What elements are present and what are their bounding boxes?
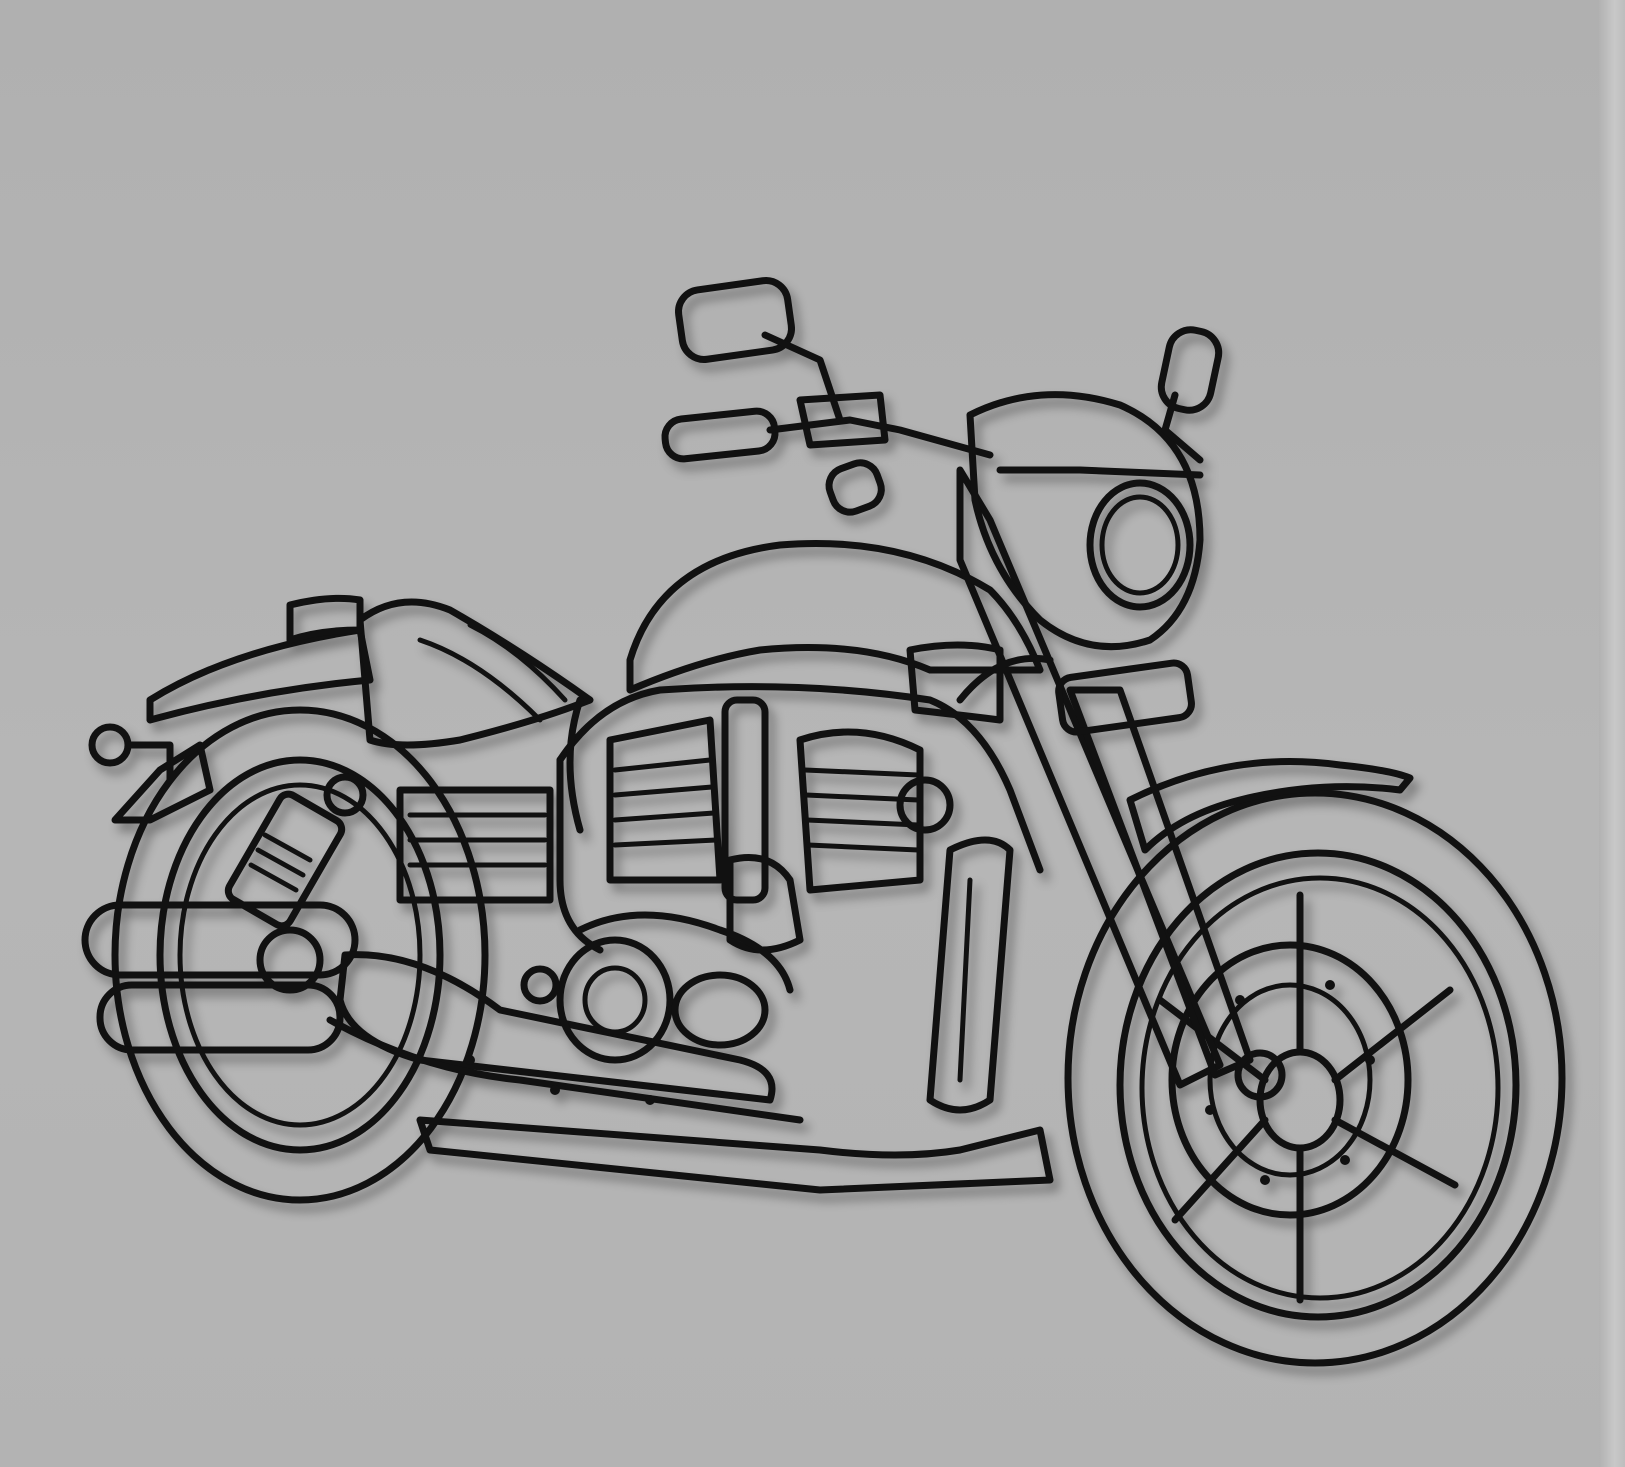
lower-belly-pan: [416, 1116, 1054, 1194]
seat: [356, 598, 594, 749]
motorcycle-drawing: [81, 277, 1566, 1367]
front-brake-disc: [1168, 941, 1412, 1219]
radiator-cover: [906, 641, 1014, 1114]
fuel-tank: [626, 539, 1044, 694]
motorcycle-line-art: [81, 277, 1566, 1367]
rear-wheel: [111, 706, 489, 1204]
crankcase-cover: [520, 911, 794, 1064]
